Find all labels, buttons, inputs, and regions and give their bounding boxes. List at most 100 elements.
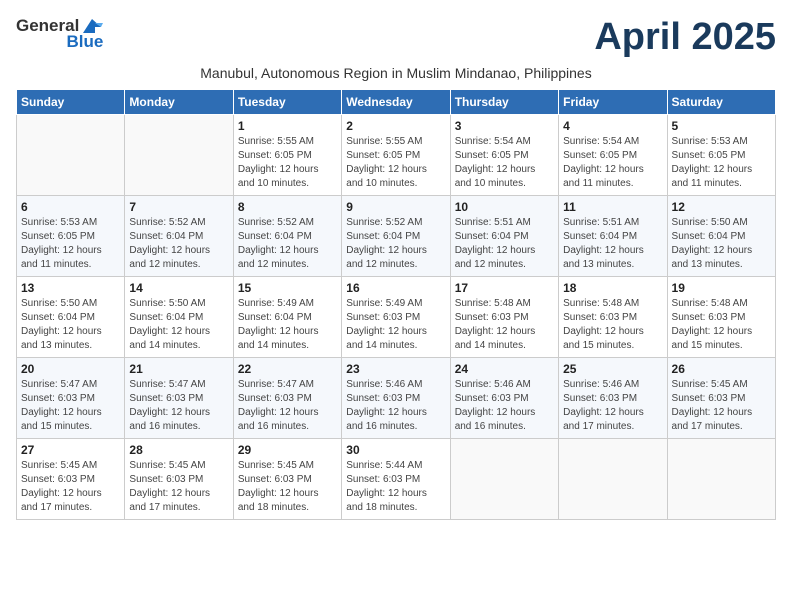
- day-info: Sunrise: 5:52 AMSunset: 6:04 PMDaylight:…: [129, 216, 228, 272]
- calendar-cell: 17 Sunrise: 5:48 AMSunset: 6:03 PMDayligh…: [450, 277, 558, 358]
- calendar-week-row: 6 Sunrise: 5:53 AMSunset: 6:05 PMDaylight…: [17, 196, 776, 277]
- day-info: Sunrise: 5:50 AMSunset: 6:04 PMDaylight:…: [129, 297, 228, 353]
- weekday-header-row: SundayMondayTuesdayWednesdayThursdayFrid…: [17, 90, 776, 115]
- calendar-cell: 12 Sunrise: 5:50 AMSunset: 6:04 PMDayligh…: [667, 196, 775, 277]
- day-number: 5: [672, 119, 771, 133]
- day-info: Sunrise: 5:45 AMSunset: 6:03 PMDaylight:…: [672, 378, 771, 434]
- day-number: 2: [346, 119, 445, 133]
- logo-blue: Blue: [66, 32, 103, 52]
- day-info: Sunrise: 5:55 AMSunset: 6:05 PMDaylight:…: [238, 135, 337, 191]
- day-info: Sunrise: 5:53 AMSunset: 6:05 PMDaylight:…: [21, 216, 120, 272]
- day-number: 20: [21, 362, 120, 376]
- day-number: 13: [21, 281, 120, 295]
- calendar-cell: 13 Sunrise: 5:50 AMSunset: 6:04 PMDayligh…: [17, 277, 125, 358]
- calendar-cell: 25 Sunrise: 5:46 AMSunset: 6:03 PMDayligh…: [559, 358, 667, 439]
- calendar-week-row: 13 Sunrise: 5:50 AMSunset: 6:04 PMDayligh…: [17, 277, 776, 358]
- day-info: Sunrise: 5:49 AMSunset: 6:04 PMDaylight:…: [238, 297, 337, 353]
- day-number: 25: [563, 362, 662, 376]
- calendar-cell: 24 Sunrise: 5:46 AMSunset: 6:03 PMDayligh…: [450, 358, 558, 439]
- header: General Blue April 2025: [16, 16, 776, 59]
- day-info: Sunrise: 5:52 AMSunset: 6:04 PMDaylight:…: [238, 216, 337, 272]
- day-number: 21: [129, 362, 228, 376]
- calendar-cell: [667, 439, 775, 520]
- day-number: 9: [346, 200, 445, 214]
- calendar-cell: 8 Sunrise: 5:52 AMSunset: 6:04 PMDaylight…: [233, 196, 341, 277]
- day-info: Sunrise: 5:54 AMSunset: 6:05 PMDaylight:…: [455, 135, 554, 191]
- calendar-cell: 2 Sunrise: 5:55 AMSunset: 6:05 PMDaylight…: [342, 115, 450, 196]
- weekday-header-tuesday: Tuesday: [233, 90, 341, 115]
- day-number: 16: [346, 281, 445, 295]
- calendar-cell: [450, 439, 558, 520]
- day-info: Sunrise: 5:44 AMSunset: 6:03 PMDaylight:…: [346, 459, 445, 515]
- calendar-week-row: 27 Sunrise: 5:45 AMSunset: 6:03 PMDayligh…: [17, 439, 776, 520]
- calendar-cell: 18Sunrise: 5:48 AMSunset: 6:03 PMDayligh…: [559, 277, 667, 358]
- calendar-cell: 28 Sunrise: 5:45 AMSunset: 6:03 PMDayligh…: [125, 439, 233, 520]
- day-number: 8: [238, 200, 337, 214]
- calendar-cell: 22 Sunrise: 5:47 AMSunset: 6:03 PMDayligh…: [233, 358, 341, 439]
- day-number: 24: [455, 362, 554, 376]
- day-info: Sunrise: 5:51 AMSunset: 6:04 PMDaylight:…: [455, 216, 554, 272]
- weekday-header-monday: Monday: [125, 90, 233, 115]
- day-number: 1: [238, 119, 337, 133]
- calendar-cell: [17, 115, 125, 196]
- logo: General Blue: [16, 16, 103, 52]
- calendar-cell: 19 Sunrise: 5:48 AMSunset: 6:03 PMDayligh…: [667, 277, 775, 358]
- calendar-cell: 11 Sunrise: 5:51 AMSunset: 6:04 PMDayligh…: [559, 196, 667, 277]
- day-info: Sunrise: 5:46 AMSunset: 6:03 PMDaylight:…: [346, 378, 445, 434]
- day-number: 12: [672, 200, 771, 214]
- day-info: Sunrise: 5:52 AMSunset: 6:04 PMDaylight:…: [346, 216, 445, 272]
- day-number: 27: [21, 443, 120, 457]
- day-info: Sunrise: 5:46 AMSunset: 6:03 PMDaylight:…: [563, 378, 662, 434]
- day-number: 26: [672, 362, 771, 376]
- day-info: Sunrise: 5:49 AMSunset: 6:03 PMDaylight:…: [346, 297, 445, 353]
- day-number: 29: [238, 443, 337, 457]
- day-number: 6: [21, 200, 120, 214]
- day-info: Sunrise: 5:45 AMSunset: 6:03 PMDaylight:…: [129, 459, 228, 515]
- day-number: 4: [563, 119, 662, 133]
- calendar-cell: 14 Sunrise: 5:50 AMSunset: 6:04 PMDayligh…: [125, 277, 233, 358]
- calendar-cell: 30 Sunrise: 5:44 AMSunset: 6:03 PMDayligh…: [342, 439, 450, 520]
- day-info: Sunrise: 5:51 AMSunset: 6:04 PMDaylight:…: [563, 216, 662, 272]
- calendar-cell: 3 Sunrise: 5:54 AMSunset: 6:05 PMDaylight…: [450, 115, 558, 196]
- month-title: April 2025: [594, 16, 776, 59]
- day-info: Sunrise: 5:45 AMSunset: 6:03 PMDaylight:…: [21, 459, 120, 515]
- day-number: 11: [563, 200, 662, 214]
- calendar-cell: 27 Sunrise: 5:45 AMSunset: 6:03 PMDayligh…: [17, 439, 125, 520]
- day-info: Sunrise: 5:50 AMSunset: 6:04 PMDaylight:…: [672, 216, 771, 272]
- day-info: Sunrise: 5:45 AMSunset: 6:03 PMDaylight:…: [238, 459, 337, 515]
- day-number: 28: [129, 443, 228, 457]
- day-number: 3: [455, 119, 554, 133]
- day-number: 15: [238, 281, 337, 295]
- calendar-cell: [559, 439, 667, 520]
- day-number: 10: [455, 200, 554, 214]
- calendar-subtitle: Manubul, Autonomous Region in Muslim Min…: [16, 65, 776, 81]
- calendar-cell: 16 Sunrise: 5:49 AMSunset: 6:03 PMDayligh…: [342, 277, 450, 358]
- calendar-cell: 20 Sunrise: 5:47 AMSunset: 6:03 PMDayligh…: [17, 358, 125, 439]
- day-info: Sunrise: 5:50 AMSunset: 6:04 PMDaylight:…: [21, 297, 120, 353]
- calendar-cell: 4 Sunrise: 5:54 AMSunset: 6:05 PMDaylight…: [559, 115, 667, 196]
- calendar-cell: 7 Sunrise: 5:52 AMSunset: 6:04 PMDaylight…: [125, 196, 233, 277]
- calendar-week-row: 1 Sunrise: 5:55 AMSunset: 6:05 PMDaylight…: [17, 115, 776, 196]
- weekday-header-saturday: Saturday: [667, 90, 775, 115]
- day-info: Sunrise: 5:47 AMSunset: 6:03 PMDaylight:…: [21, 378, 120, 434]
- day-info: Sunrise: 5:48 AMSunset: 6:03 PMDaylight:…: [672, 297, 771, 353]
- calendar-cell: 5Sunrise: 5:53 AMSunset: 6:05 PMDaylight…: [667, 115, 775, 196]
- day-number: 7: [129, 200, 228, 214]
- calendar-cell: 26 Sunrise: 5:45 AMSunset: 6:03 PMDayligh…: [667, 358, 775, 439]
- day-number: 22: [238, 362, 337, 376]
- weekday-header-thursday: Thursday: [450, 90, 558, 115]
- day-info: Sunrise: 5:47 AMSunset: 6:03 PMDaylight:…: [129, 378, 228, 434]
- day-info: Sunrise: 5:46 AMSunset: 6:03 PMDaylight:…: [455, 378, 554, 434]
- day-info: Sunrise: 5:55 AMSunset: 6:05 PMDaylight:…: [346, 135, 445, 191]
- calendar-cell: 1 Sunrise: 5:55 AMSunset: 6:05 PMDaylight…: [233, 115, 341, 196]
- day-number: 17: [455, 281, 554, 295]
- calendar-week-row: 20 Sunrise: 5:47 AMSunset: 6:03 PMDayligh…: [17, 358, 776, 439]
- day-info: Sunrise: 5:54 AMSunset: 6:05 PMDaylight:…: [563, 135, 662, 191]
- day-info: Sunrise: 5:47 AMSunset: 6:03 PMDaylight:…: [238, 378, 337, 434]
- weekday-header-friday: Friday: [559, 90, 667, 115]
- day-info: Sunrise: 5:48 AMSunset: 6:03 PMDaylight:…: [455, 297, 554, 353]
- day-number: 30: [346, 443, 445, 457]
- calendar-cell: 10 Sunrise: 5:51 AMSunset: 6:04 PMDayligh…: [450, 196, 558, 277]
- day-number: 19: [672, 281, 771, 295]
- day-number: 14: [129, 281, 228, 295]
